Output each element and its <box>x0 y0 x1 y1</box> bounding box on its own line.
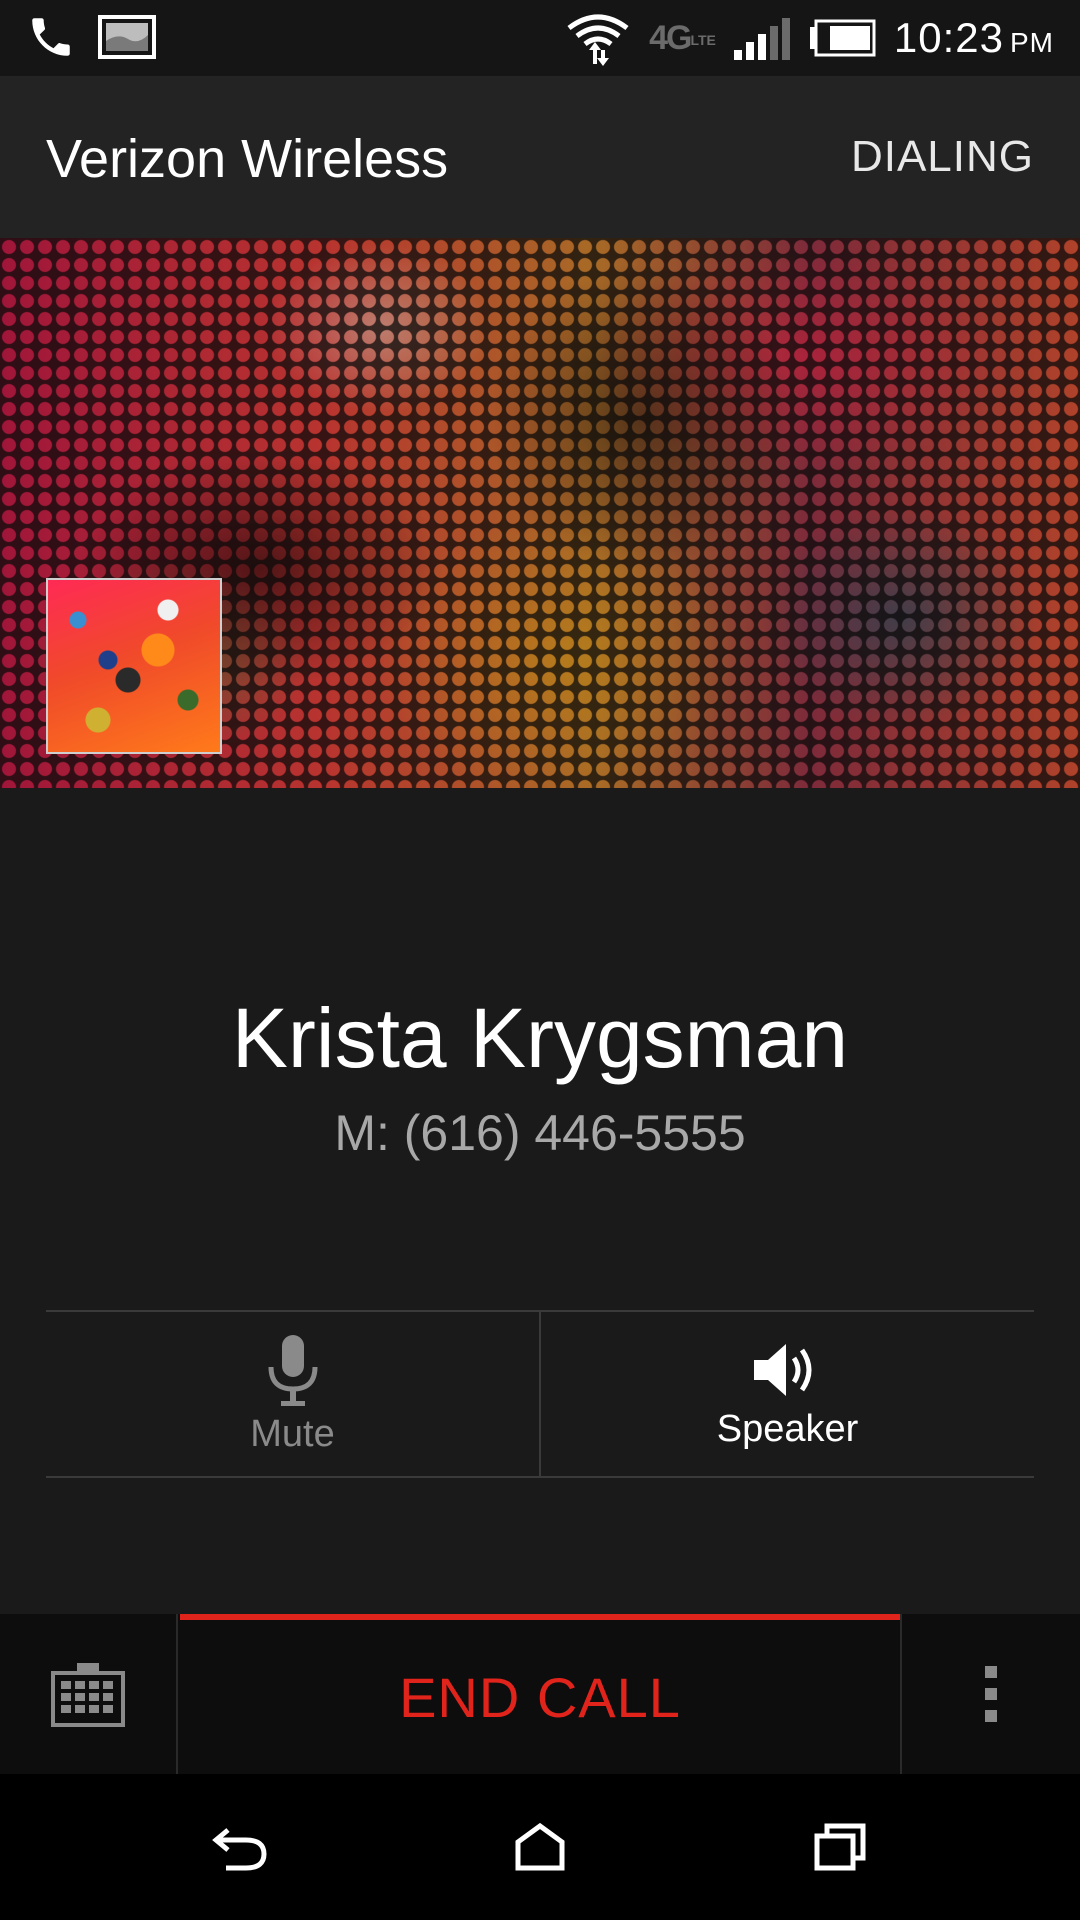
carrier-name: Verizon Wireless <box>46 129 449 189</box>
caller-name: Krista Krygsman <box>231 991 849 1085</box>
navigation-bar <box>0 1774 1080 1920</box>
signal-icon <box>733 18 790 60</box>
end-call-button[interactable]: END CALL <box>180 1614 900 1774</box>
mute-label: Mute <box>250 1412 335 1455</box>
more-vert-icon <box>985 1666 997 1722</box>
wifi-data-icon <box>567 14 629 66</box>
back-icon <box>212 1828 267 1871</box>
dialpad-button[interactable] <box>0 1614 178 1774</box>
speaker-button[interactable]: Speaker <box>539 1312 1034 1476</box>
back-button[interactable] <box>140 1774 340 1920</box>
mute-button[interactable]: Mute <box>46 1312 539 1476</box>
call-header: Verizon Wireless DIALING <box>0 76 1080 238</box>
more-options-button[interactable] <box>900 1614 1080 1774</box>
speaker-icon <box>753 1343 811 1396</box>
microphone-icon <box>268 1334 317 1406</box>
network-type-label: 4GLTE <box>649 18 716 57</box>
call-action-bar: END CALL <box>0 1614 1080 1774</box>
contact-avatar <box>46 578 222 754</box>
caller-number: M: (616) 446-5555 <box>334 1105 746 1161</box>
battery-icon <box>809 19 876 57</box>
recents-icon <box>814 1823 866 1871</box>
status-bar: 4GLTE 10:23 PM <box>0 0 1080 76</box>
phone-call-icon <box>32 18 70 56</box>
dialpad-icon <box>51 1663 125 1727</box>
picture-notification-icon <box>98 15 156 59</box>
call-controls: Mute Speaker <box>46 1310 1034 1478</box>
speaker-label: Speaker <box>716 1407 859 1450</box>
home-icon <box>515 1822 565 1871</box>
home-button[interactable] <box>440 1774 640 1920</box>
call-state: DIALING <box>850 132 1034 181</box>
clock: 10:23 PM <box>893 14 1054 61</box>
recents-button[interactable] <box>740 1774 940 1920</box>
